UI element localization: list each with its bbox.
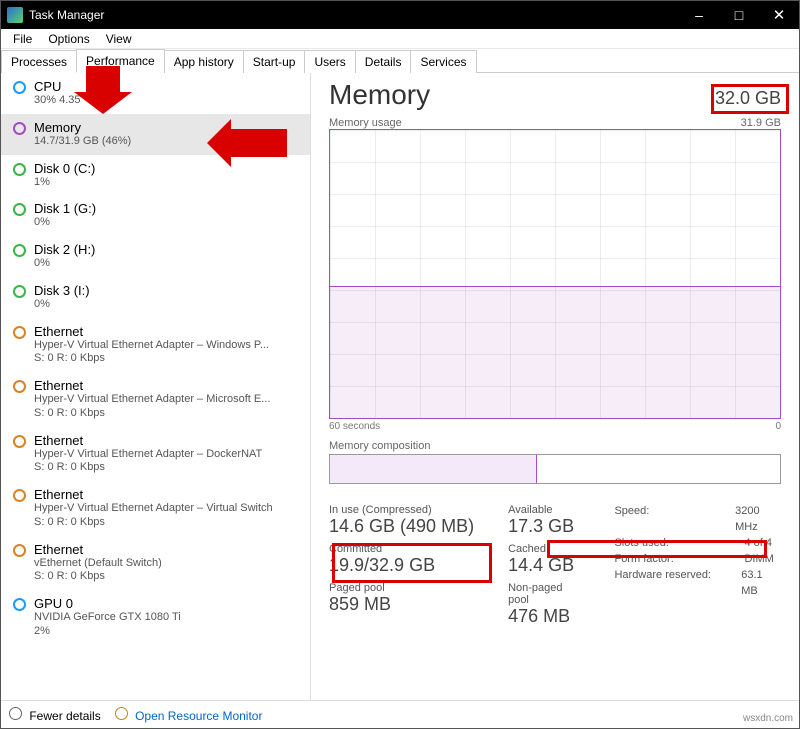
menu-file[interactable]: File: [5, 30, 40, 48]
in-use-label: In use (Compressed): [329, 504, 474, 516]
memory-name: Memory: [34, 120, 131, 135]
sidebar: CPU 30% 4.35 Memory 14.7/31.9 GB (46%) D…: [1, 73, 311, 700]
gpu-icon: [13, 598, 26, 611]
ethernet-icon: [13, 544, 26, 557]
usage-label: Memory usage: [329, 117, 402, 129]
sidebar-item-disk2[interactable]: Disk 2 (H:) 0%: [1, 236, 310, 277]
paged-label: Paged pool: [329, 582, 474, 594]
cpu-icon: [13, 81, 26, 94]
available-label: Available: [508, 504, 580, 516]
memory-usage-chart: [329, 129, 781, 419]
sidebar-item-memory[interactable]: Memory 14.7/31.9 GB (46%): [1, 114, 310, 155]
sidebar-item-ethernet-4[interactable]: Ethernet vEthernet (Default Switch) S: 0…: [1, 536, 310, 591]
form-value: DIMM: [744, 552, 773, 568]
chevron-up-icon: [9, 707, 22, 720]
in-use-value: 14.6 GB (490 MB): [329, 516, 474, 537]
tab-services[interactable]: Services: [410, 50, 476, 73]
speed-label: Speed:: [614, 504, 715, 536]
sidebar-item-disk1[interactable]: Disk 1 (G:) 0%: [1, 195, 310, 236]
memory-usage-fill: [330, 286, 780, 418]
tab-processes[interactable]: Processes: [1, 50, 77, 73]
sidebar-item-ethernet-2[interactable]: Ethernet Hyper-V Virtual Ethernet Adapte…: [1, 427, 310, 482]
titlebar[interactable]: Task Manager – □ ✕: [1, 1, 799, 29]
ethernet-icon: [13, 435, 26, 448]
committed-label: Committed: [329, 543, 474, 555]
menu-options[interactable]: Options: [40, 30, 97, 48]
menubar: File Options View: [1, 29, 799, 49]
axis-left: 60 seconds: [329, 421, 380, 432]
minimize-button[interactable]: –: [679, 1, 719, 29]
form-label: Form factor:: [614, 552, 724, 568]
main-panel: Memory 32.0 GB Memory usage 31.9 GB 60 s…: [311, 73, 799, 700]
sidebar-item-disk0[interactable]: Disk 0 (C:) 1%: [1, 155, 310, 196]
footer: Fewer details Open Resource Monitor: [1, 700, 799, 728]
tab-users[interactable]: Users: [304, 50, 355, 73]
composition-in-use: [330, 455, 537, 483]
sidebar-item-ethernet-0[interactable]: Ethernet Hyper-V Virtual Ethernet Adapte…: [1, 318, 310, 373]
sidebar-item-ethernet-3[interactable]: Ethernet Hyper-V Virtual Ethernet Adapte…: [1, 481, 310, 536]
cached-label: Cached: [508, 543, 580, 555]
nonpaged-label: Non-paged pool: [508, 582, 580, 606]
disk-icon: [13, 203, 26, 216]
usage-max: 31.9 GB: [741, 117, 781, 129]
slots-label: Slots used:: [614, 536, 724, 552]
ethernet-icon: [13, 489, 26, 502]
task-manager-window: Task Manager – □ ✕ File Options View Pro…: [0, 0, 800, 729]
watermark: wsxdn.com: [743, 713, 793, 724]
composition-label: Memory composition: [329, 440, 430, 452]
memory-capacity: 32.0 GB: [715, 88, 781, 109]
disk-icon: [13, 244, 26, 257]
page-title: Memory: [329, 79, 430, 111]
memory-icon: [13, 122, 26, 135]
sidebar-item-cpu[interactable]: CPU 30% 4.35: [1, 73, 310, 114]
cpu-name: CPU: [34, 79, 80, 94]
menu-view[interactable]: View: [98, 30, 140, 48]
available-value: 17.3 GB: [508, 516, 580, 537]
committed-value: 19.9/32.9 GB: [329, 555, 474, 576]
resource-monitor-icon: [115, 707, 128, 720]
hwres-value: 63.1 MB: [741, 568, 781, 600]
sidebar-item-ethernet-1[interactable]: Ethernet Hyper-V Virtual Ethernet Adapte…: [1, 372, 310, 427]
ethernet-icon: [13, 326, 26, 339]
memory-sub: 14.7/31.9 GB (46%): [34, 135, 131, 149]
fewer-details-button[interactable]: Fewer details: [9, 707, 101, 723]
disk-icon: [13, 163, 26, 176]
window-title: Task Manager: [29, 8, 679, 22]
nonpaged-value: 476 MB: [508, 606, 580, 627]
app-icon: [7, 7, 23, 23]
sidebar-item-disk3[interactable]: Disk 3 (I:) 0%: [1, 277, 310, 318]
disk-icon: [13, 285, 26, 298]
ethernet-icon: [13, 380, 26, 393]
open-resource-monitor-link[interactable]: Open Resource Monitor: [115, 707, 263, 723]
slots-value: 4 of 4: [744, 536, 772, 552]
tab-app-history[interactable]: App history: [164, 50, 244, 73]
body: CPU 30% 4.35 Memory 14.7/31.9 GB (46%) D…: [1, 73, 799, 700]
speed-value: 3200 MHz: [735, 504, 781, 536]
tab-bar: Processes Performance App history Start-…: [1, 49, 799, 73]
hwres-label: Hardware reserved:: [614, 568, 721, 600]
cpu-sub: 30% 4.35: [34, 94, 80, 108]
tab-details[interactable]: Details: [355, 50, 412, 73]
memory-composition-chart: [329, 454, 781, 484]
axis-right: 0: [775, 421, 781, 432]
close-button[interactable]: ✕: [759, 1, 799, 29]
tab-startup[interactable]: Start-up: [243, 50, 306, 73]
paged-value: 859 MB: [329, 594, 474, 615]
sidebar-item-gpu[interactable]: GPU 0 NVIDIA GeForce GTX 1080 Ti 2%: [1, 590, 310, 645]
tab-performance[interactable]: Performance: [76, 49, 165, 73]
maximize-button[interactable]: □: [719, 1, 759, 29]
cached-value: 14.4 GB: [508, 555, 580, 576]
